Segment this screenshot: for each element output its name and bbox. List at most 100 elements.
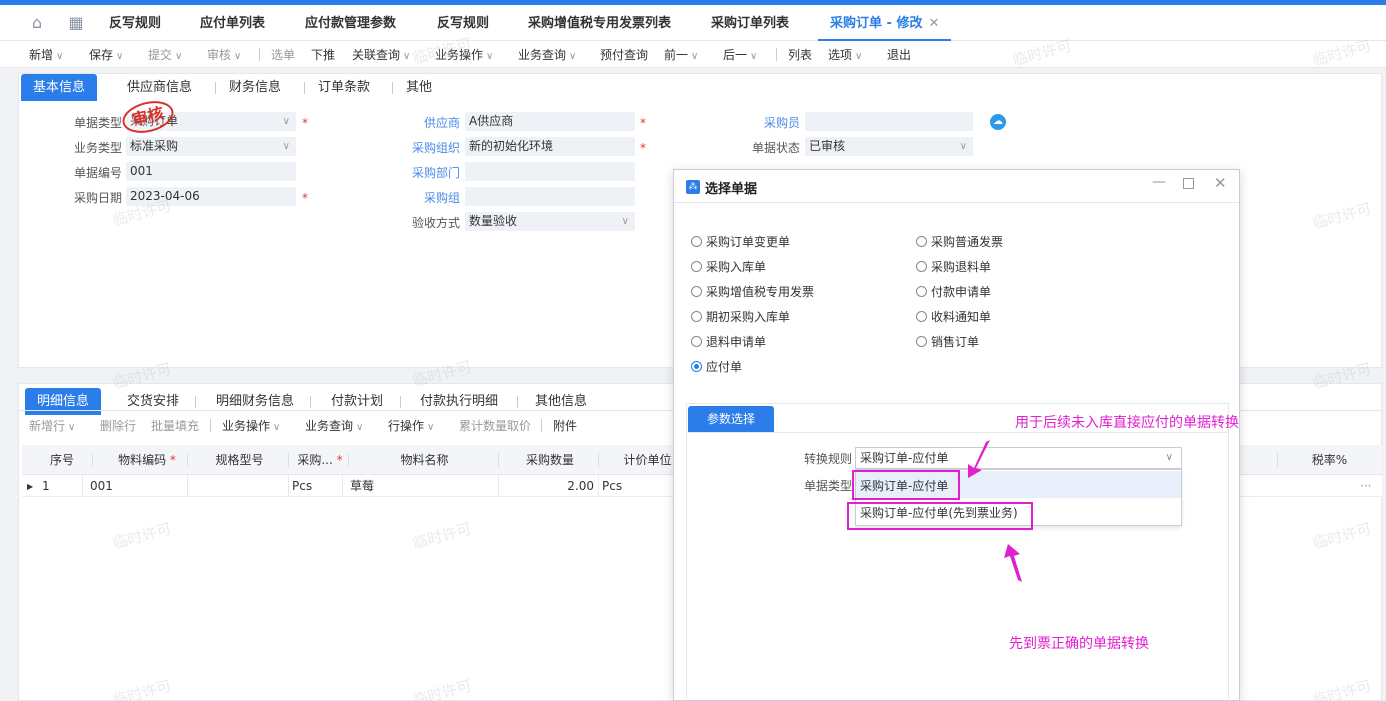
toolbar-related-query[interactable]: 关联查询 ∨: [352, 46, 410, 63]
radio-circle: [691, 286, 702, 297]
toolbar-select-bill[interactable]: 选单: [271, 46, 295, 63]
cell-qty[interactable]: 2.00: [500, 476, 594, 497]
tab-writeback-rule-2[interactable]: 反写规则: [437, 5, 489, 41]
cell-material-code[interactable]: 001: [90, 476, 113, 497]
toolbar-next[interactable]: 后一 ∨: [723, 46, 757, 63]
radio-circle: [916, 311, 927, 322]
radio-circle: [691, 236, 702, 247]
org-label[interactable]: 采购组织: [398, 139, 460, 156]
col-seq[interactable]: 序号: [42, 445, 82, 475]
buyer-label[interactable]: 采购员: [738, 114, 800, 131]
detail-batch-fill[interactable]: 批量填充: [151, 417, 199, 434]
tab-basic-info[interactable]: 基本信息: [21, 74, 98, 101]
toolbar-business-op[interactable]: 业务操作 ∨: [435, 46, 493, 63]
col-purchase-unit[interactable]: 采购... *: [290, 445, 350, 475]
toolbar-submit[interactable]: 提交 ∨: [148, 46, 182, 63]
chevron-down-icon: ∨: [1165, 452, 1173, 463]
toolbar-previous[interactable]: 前一 ∨: [664, 46, 698, 63]
annotation-bottom: 先到票正确的单据转换: [1009, 636, 1149, 652]
toolbar-audit[interactable]: 审核 ∨: [207, 46, 241, 63]
bill-no-field[interactable]: 001: [126, 162, 296, 181]
cell-divider: [187, 476, 188, 497]
group-field[interactable]: [465, 187, 635, 206]
buyer-field[interactable]: [805, 112, 973, 131]
radio-general-invoice[interactable]: 采购普通发票: [916, 233, 1003, 250]
tab-payable-list[interactable]: 应付单列表: [200, 5, 265, 41]
detail-business-query[interactable]: 业务查询 ∨: [305, 417, 363, 434]
toolbar-divider: [210, 419, 211, 432]
date-field[interactable]: 2023-04-06: [126, 187, 296, 206]
detail-row-op[interactable]: 行操作 ∨: [388, 417, 434, 434]
maximize-icon[interactable]: [1183, 178, 1194, 189]
cell-purchase-unit[interactable]: Pcs: [292, 476, 312, 497]
toolbar-business-query[interactable]: 业务查询 ∨: [518, 46, 576, 63]
close-icon[interactable]: ✕: [1214, 174, 1227, 192]
col-divider: [598, 453, 599, 467]
tab-finance-info[interactable]: 财务信息: [217, 74, 293, 101]
dept-label[interactable]: 采购部门: [398, 164, 460, 181]
radio-purchase-inbound[interactable]: 采购入库单: [691, 258, 766, 275]
radio-circle: [691, 311, 702, 322]
radio-opening-inbound[interactable]: 期初采购入库单: [691, 308, 790, 325]
tab-param-select[interactable]: 参数选择: [688, 406, 774, 432]
tab-po-edit[interactable]: 采购订单 - 修改 ✕: [818, 5, 952, 41]
cloud-icon[interactable]: ☁: [990, 114, 1006, 130]
radio-payable[interactable]: 应付单: [691, 358, 742, 375]
chevron-down-icon: ∨: [486, 51, 494, 62]
detail-business-op[interactable]: 业务操作 ∨: [222, 417, 280, 434]
annotation-arrows: [968, 440, 1022, 582]
toolbar-options[interactable]: 选项 ∨: [828, 46, 862, 63]
col-material-name[interactable]: 物料名称: [352, 445, 497, 475]
toolbar-push-down[interactable]: 下推: [311, 46, 335, 63]
radio-vat-invoice[interactable]: 采购增值税专用发票: [691, 283, 814, 300]
status-label: 单据状态: [751, 141, 800, 155]
minimize-icon[interactable]: —: [1152, 174, 1166, 190]
col-spec[interactable]: 规格型号: [192, 445, 287, 475]
grid-menu-icon[interactable]: ▦: [67, 14, 85, 32]
toolbar-exit[interactable]: 退出: [887, 46, 911, 63]
chevron-down-icon: ∨: [403, 51, 411, 62]
group-label[interactable]: 采购组: [398, 189, 460, 206]
supplier-field[interactable]: A供应商: [465, 112, 635, 131]
close-icon[interactable]: ✕: [928, 16, 939, 31]
biz-type-select[interactable]: 标准采购 ∨: [126, 137, 296, 156]
tab-divider: [310, 396, 311, 408]
col-qty[interactable]: 采购数量: [500, 445, 600, 475]
tab-vat-invoice-list[interactable]: 采购增值税专用发票列表: [528, 5, 671, 41]
detail-attachment[interactable]: 附件: [553, 417, 577, 434]
radio-payment-request[interactable]: 付款申请单: [916, 283, 991, 300]
toolbar-new[interactable]: 新增 ∨: [29, 46, 63, 63]
home-icon[interactable]: ⌂: [28, 14, 46, 32]
highlight-box-option-1: [852, 470, 960, 500]
cell-divider: [288, 476, 289, 497]
tab-other[interactable]: 其他: [394, 74, 444, 101]
status-select[interactable]: 已审核 ∨: [805, 137, 973, 156]
col-material-code[interactable]: 物料编码 *: [102, 445, 192, 475]
toolbar-prepay-query[interactable]: 预付查询: [600, 46, 648, 63]
dialog-app-icon: ⁂: [686, 180, 700, 194]
radio-return-bill[interactable]: 采购退料单: [916, 258, 991, 275]
more-icon[interactable]: ···: [1360, 476, 1371, 497]
toolbar-list[interactable]: 列表: [788, 46, 812, 63]
cell-price-unit[interactable]: Pcs: [602, 476, 622, 497]
detail-delete-row[interactable]: 删除行: [100, 417, 136, 434]
supplier-label[interactable]: 供应商: [398, 114, 460, 131]
radio-po-change[interactable]: 采购订单变更单: [691, 233, 790, 250]
cell-material-name[interactable]: 草莓: [350, 476, 374, 497]
radio-return-request[interactable]: 退料申请单: [691, 333, 766, 350]
tab-writeback-rule-1[interactable]: 反写规则: [109, 5, 161, 41]
tab-payable-params[interactable]: 应付款管理参数: [305, 5, 396, 41]
org-field[interactable]: 新的初始化环境: [465, 137, 635, 156]
tab-order-terms[interactable]: 订单条款: [306, 74, 382, 101]
main-tab-bar: ⌂ ▦ 反写规则 应付单列表 应付款管理参数 反写规则 采购增值税专用发票列表 …: [0, 5, 1386, 41]
inspect-select[interactable]: 数量验收 ∨: [465, 212, 635, 231]
tab-supplier-info[interactable]: 供应商信息: [115, 74, 204, 101]
toolbar-save[interactable]: 保存 ∨: [89, 46, 123, 63]
radio-sales-order[interactable]: 销售订单: [916, 333, 979, 350]
radio-receipt-notice[interactable]: 收料通知单: [916, 308, 991, 325]
dept-field[interactable]: [465, 162, 635, 181]
detail-cumulative-price[interactable]: 累计数量取价: [459, 417, 531, 434]
col-tax-rate[interactable]: 税率%: [1282, 445, 1377, 475]
tab-po-list[interactable]: 采购订单列表: [711, 5, 789, 41]
detail-add-row[interactable]: 新增行 ∨: [29, 417, 75, 434]
